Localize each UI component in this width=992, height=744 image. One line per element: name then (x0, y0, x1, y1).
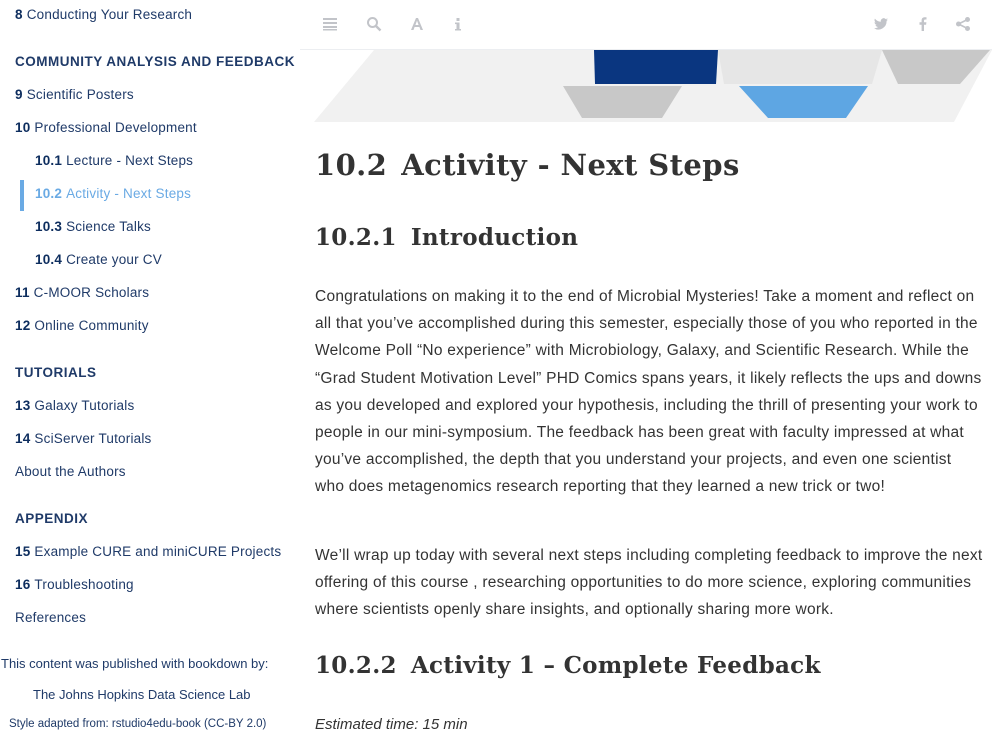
toc-label: Activity - Next Steps (66, 186, 192, 201)
toc-label: Troubleshooting (34, 577, 134, 592)
toc-number: 10.1 (35, 153, 63, 168)
toc-section-community: COMMUNITY ANALYSIS AND FEEDBACK (15, 54, 296, 69)
toc-number: 16 (15, 577, 31, 592)
toc-item-example-cure-projects[interactable]: 15 Example CURE and miniCURE Projects (15, 544, 281, 559)
font-settings-icon[interactable] (409, 16, 425, 32)
toc-number: 10.2 (35, 186, 63, 201)
toc-label: SciServer Tutorials (34, 431, 152, 446)
section-title: Activity - Next Steps (401, 148, 740, 182)
book-toolbar (300, 0, 992, 50)
toc-item-activity-next-steps[interactable]: 10.2 Activity - Next Steps (35, 186, 191, 201)
toc-item-professional-development[interactable]: 10 Professional Development (15, 120, 197, 135)
info-icon[interactable] (450, 16, 466, 32)
twitter-icon[interactable] (873, 16, 889, 32)
toc-label: References (15, 610, 87, 625)
chapter-banner (314, 50, 992, 122)
section-title: Introduction (410, 224, 579, 251)
toc-item-create-your-cv[interactable]: 10.4 Create your CV (35, 252, 162, 267)
toc-label: Create your CV (66, 252, 162, 267)
toc-label: Lecture - Next Steps (66, 153, 194, 168)
toc-section-tutorials: TUTORIALS (15, 365, 97, 380)
facebook-icon[interactable] (915, 16, 931, 32)
jhu-dsl-link[interactable]: The Johns Hopkins Data Science Lab (33, 687, 251, 702)
toc-label: Scientific Posters (26, 87, 134, 102)
toc-section-appendix: APPENDIX (15, 511, 89, 526)
sidebar: 8 Conducting Your Research COMMUNITY ANAL… (0, 0, 300, 744)
section-number: 10.2.2 (315, 652, 397, 679)
toc-item-references[interactable]: References (15, 610, 86, 625)
toc-label: Online Community (34, 318, 149, 333)
toc-item-online-community[interactable]: 12 Online Community (15, 318, 149, 333)
toc-number: 8 (15, 7, 23, 22)
toc-item-galaxy-tutorials[interactable]: 13 Galaxy Tutorials (15, 398, 134, 413)
share-icon[interactable] (955, 16, 971, 32)
search-icon[interactable] (366, 16, 382, 32)
section-number: 10.2 (315, 148, 388, 182)
toc-number: 11 (15, 285, 30, 300)
toc-item-troubleshooting[interactable]: 16 Troubleshooting (15, 577, 134, 592)
toc-item-c-moor-scholars[interactable]: 11 C-MOOR Scholars (15, 285, 149, 300)
page-title: 10.2 Activity - Next Steps (315, 148, 740, 182)
toc-number: 10 (15, 120, 31, 135)
toc-label: Science Talks (66, 219, 151, 234)
toc-item-about-the-authors[interactable]: About the Authors (15, 464, 126, 479)
toc-number: 13 (15, 398, 31, 413)
toc-item-conducting-your-research[interactable]: 8 Conducting Your Research (15, 7, 192, 22)
published-with-text: This content was published with bookdown… (1, 656, 269, 671)
toc-number: 14 (15, 431, 31, 446)
toc-item-lecture-next-steps[interactable]: 10.1 Lecture - Next Steps (35, 153, 193, 168)
toc-number: 15 (15, 544, 31, 559)
intro-paragraph: Congratulations on making it to the end … (315, 288, 982, 496)
toc-number: 10.3 (35, 219, 63, 234)
toc-number: 12 (15, 318, 31, 333)
activity-heading: 10.2.2 Activity 1 – Complete Feedback (315, 652, 821, 679)
toc-label: About the Authors (15, 464, 126, 479)
toc-label: Example CURE and miniCURE Projects (34, 544, 282, 559)
active-item-indicator (20, 180, 24, 211)
next-steps-paragraph: We’ll wrap up today with several next st… (315, 547, 983, 619)
style-credit-link[interactable]: Style adapted from: rstudio4edu-book (CC… (9, 718, 266, 730)
toc-number: 10.4 (35, 252, 63, 267)
estimated-time: Estimated time: 15 min (315, 716, 468, 733)
section-number: 10.2.1 (315, 224, 397, 251)
introduction-heading: 10.2.1 Introduction (315, 224, 578, 251)
toc-toggle-icon[interactable] (322, 16, 338, 32)
toc-label: Professional Development (34, 120, 197, 135)
section-title: Activity 1 – Complete Feedback (410, 652, 821, 679)
toc-item-sciserver-tutorials[interactable]: 14 SciServer Tutorials (15, 431, 152, 446)
toc-label: Galaxy Tutorials (34, 398, 135, 413)
toc-item-scientific-posters[interactable]: 9 Scientific Posters (15, 87, 134, 102)
toc-label: Conducting Your Research (26, 7, 193, 22)
toc-label: C-MOOR Scholars (33, 285, 150, 300)
toc-number: 9 (15, 87, 23, 102)
toc-item-science-talks[interactable]: 10.3 Science Talks (35, 219, 151, 234)
